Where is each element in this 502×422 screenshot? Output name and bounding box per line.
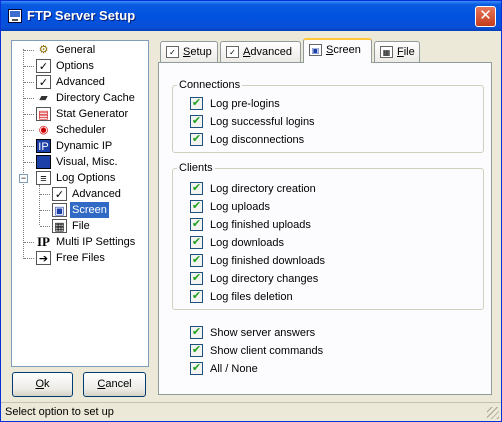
tab-label: dvanced: [250, 46, 292, 58]
checkbox-label: Log finished uploads: [210, 219, 311, 231]
tab-accelerator: F: [397, 46, 404, 58]
tree-label: Dynamic IP: [56, 140, 113, 152]
window-title: FTP Server Setup: [27, 8, 136, 23]
tree-label: Free Files: [56, 252, 105, 264]
tab-file[interactable]: ▦ File: [374, 41, 420, 62]
check-icon: ✔: [190, 200, 203, 213]
resize-grip[interactable]: [487, 407, 499, 419]
checkbox-label: Log successful logins: [210, 116, 315, 128]
checkbox-label: Log directory changes: [210, 273, 319, 285]
ftp-setup-window: FTP Server Setup ✕ ⚙ General ✓ Options ✓…: [0, 0, 502, 422]
tab-advanced[interactable]: ✓ Advanced: [220, 41, 301, 62]
file-icon: ▦: [52, 219, 67, 233]
tree-label: Scheduler: [56, 124, 106, 136]
cancel-label: ancel: [105, 378, 132, 390]
ok-accelerator: O: [35, 378, 45, 390]
tree-label: Advanced: [56, 76, 105, 88]
tree-label: Log Options: [56, 172, 116, 184]
tree-label: Options: [56, 60, 94, 72]
checkbox-label: Log downloads: [210, 237, 285, 249]
checkbox-label: Log uploads: [210, 201, 270, 213]
cancel-button[interactable]: Cancel: [83, 372, 146, 397]
checkbox-label: Show client commands: [210, 345, 324, 357]
tree-label: Screen: [70, 202, 109, 218]
checkbox-label: Log pre-logins: [210, 98, 280, 110]
check-icon: ✔: [190, 115, 203, 128]
app-icon: [8, 9, 22, 23]
tree-connector: [23, 49, 24, 259]
connections-legend: Connections: [179, 79, 241, 91]
check-icon: ✔: [190, 362, 203, 375]
tree-label: Visual, Misc.: [56, 156, 118, 168]
memory-icon: ▰: [39, 92, 48, 104]
check-icon: ✔: [190, 133, 203, 146]
tab-label: creen: [333, 44, 361, 56]
screen-icon: ▣: [309, 44, 322, 56]
checkbox-label: Log disconnections: [210, 134, 305, 146]
check-icon: ✔: [190, 272, 203, 285]
close-button[interactable]: ✕: [475, 6, 496, 27]
tree-label: Multi IP Settings: [56, 236, 136, 248]
tree-label: Advanced: [72, 188, 121, 200]
checklist-icon: ✓: [52, 187, 67, 201]
check-icon: ✔: [190, 344, 203, 357]
checkbox-label: Log files deletion: [210, 291, 293, 303]
stats-icon: ▤: [36, 107, 51, 121]
tree-label: General: [56, 44, 96, 56]
log-icon: ≡: [36, 171, 51, 185]
monitor-icon: [36, 155, 51, 169]
file-icon: ▦: [380, 46, 393, 58]
check-icon: ✔: [190, 182, 203, 195]
gear-icon: ⚙: [38, 44, 49, 56]
checkbox-label: Show server answers: [210, 327, 316, 339]
collapse-toggle[interactable]: −: [19, 174, 28, 183]
check-icon: ✔: [190, 236, 203, 249]
ok-label: k: [44, 378, 50, 390]
settings-tree[interactable]: ⚙ General ✓ Options ✓ Advanced ▰ Directo…: [11, 40, 149, 367]
tree-connector: [39, 185, 40, 225]
tree-label: Directory Cache: [56, 92, 135, 104]
checkbox-label: Log finished downloads: [210, 255, 325, 267]
checklist-icon: ✓: [226, 46, 239, 58]
checklist-icon: ✓: [36, 59, 51, 73]
tab-setup[interactable]: ✓ Setup: [160, 41, 218, 62]
screen-icon: ▣: [52, 203, 67, 217]
checklist-icon: ✓: [36, 75, 51, 89]
checkbox-label: All / None: [210, 363, 258, 375]
status-bar: Select option to set up: [1, 402, 501, 421]
ip-icon: IP: [36, 139, 51, 153]
checkbox-label: Log directory creation: [210, 183, 316, 195]
clients-legend: Clients: [179, 162, 213, 174]
check-icon: ✔: [190, 326, 203, 339]
scheduler-icon: ◉: [38, 124, 49, 136]
checklist-icon: ✓: [166, 46, 179, 58]
tab-screen[interactable]: ▣ Screen: [303, 38, 372, 63]
check-icon: ✔: [190, 290, 203, 303]
tab-label: ile: [403, 46, 415, 58]
check-icon: ✔: [190, 254, 203, 267]
free-files-icon: ➔: [36, 251, 51, 265]
title-bar[interactable]: FTP Server Setup ✕: [1, 1, 501, 31]
tree-label: File: [72, 220, 90, 232]
check-icon: ✔: [190, 218, 203, 231]
check-icon: ✔: [190, 97, 203, 110]
screen-tab-panel: Connections ✔ Log pre-logins ✔ Log success…: [158, 62, 492, 395]
status-text: Select option to set up: [5, 406, 114, 418]
ok-button[interactable]: Ok: [12, 372, 73, 397]
tab-label: etup: [190, 46, 212, 58]
tree-label: Stat Generator: [56, 108, 129, 120]
ip-icon: IP: [37, 234, 50, 249]
